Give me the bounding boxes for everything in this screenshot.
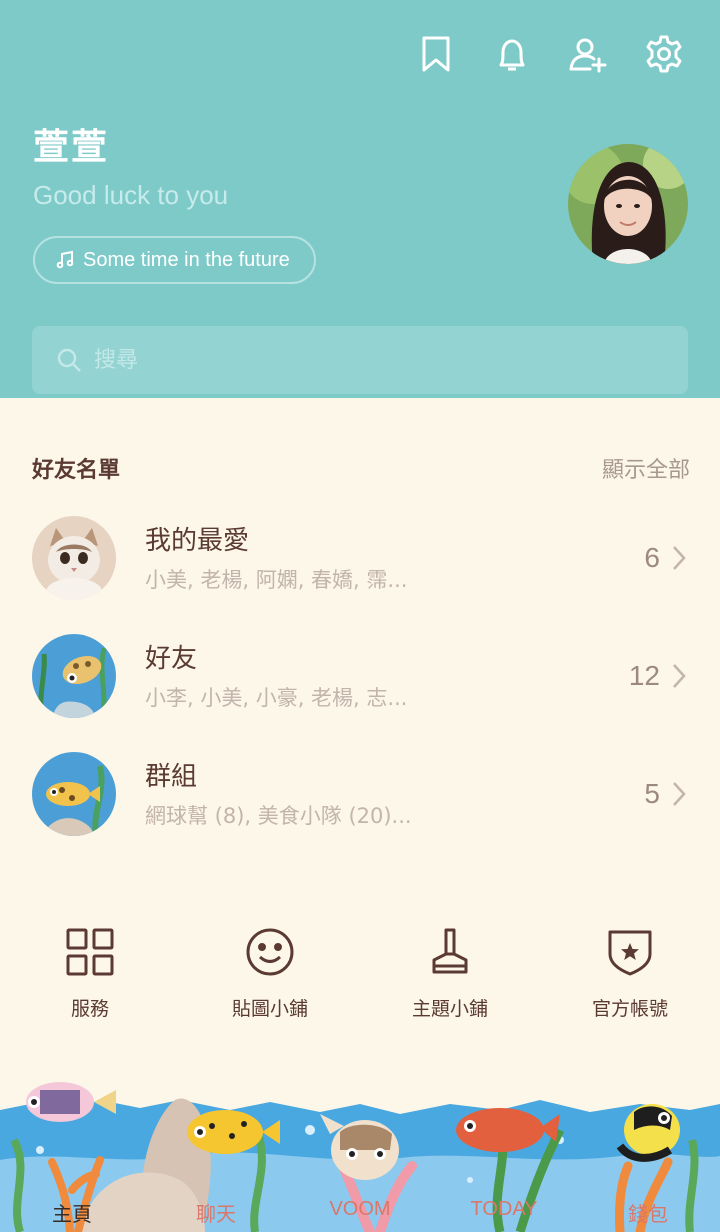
service-label: 官方帳號 (591, 998, 668, 1020)
status-message[interactable]: Good luck to you (33, 180, 228, 211)
add-friend-button[interactable] (566, 30, 610, 78)
sticker-shop-button[interactable]: 貼圖小鋪 (180, 924, 360, 1021)
friend-row-subtitle: 小李, 小美, 小豪, 老楊, 志... (145, 686, 408, 710)
music-note-icon (56, 250, 74, 269)
grid-icon (66, 928, 114, 976)
smiley-icon (246, 928, 294, 976)
add-friend-icon (569, 38, 607, 73)
tab-chats[interactable]: 聊天 (144, 1198, 288, 1232)
friend-row-title: 好友 (145, 644, 198, 674)
search-icon (57, 348, 81, 372)
notifications-button[interactable] (490, 30, 534, 78)
settings-button[interactable] (642, 30, 686, 78)
friend-row-subtitle: 網球幫 (8), 美食小隊 (20)... (145, 804, 412, 828)
shield-star-icon (608, 930, 652, 976)
services-bar: 服務 貼圖小鋪 主題小鋪 官方帳號 (0, 924, 720, 1021)
friend-row-groups[interactable]: 群組 網球幫 (8), 美食小隊 (20)... 5 (32, 752, 690, 842)
service-label: 主題小鋪 (411, 998, 488, 1020)
search-bar[interactable] (32, 326, 688, 394)
tab-home[interactable]: 主頁 (0, 1198, 144, 1232)
friend-row-count: 5 (644, 778, 660, 809)
friend-row-friends[interactable]: 好友 小李, 小美, 小豪, 老楊, 志... 12 (32, 634, 690, 724)
music-title: Some time in the future (83, 248, 290, 271)
official-accounts-button[interactable]: 官方帳號 (540, 924, 720, 1021)
theme-shop-button[interactable]: 主題小鋪 (360, 924, 540, 1021)
service-label: 服務 (70, 998, 109, 1020)
header-toolbar (414, 30, 686, 78)
chevron-right-icon (673, 546, 686, 570)
bookmark-button[interactable] (414, 30, 458, 78)
favorites-thumbnail (32, 516, 116, 600)
bottom-tab-bar: 主頁 聊天 VOOM TODAY 錢包 (0, 1198, 720, 1232)
friend-row-title: 我的最愛 (145, 526, 250, 556)
services-button[interactable]: 服務 (0, 924, 180, 1021)
friends-section-title: 好友名單 (32, 458, 121, 483)
friend-row-subtitle: 小美, 老楊, 阿嫻, 春嬌, 霈... (145, 568, 408, 592)
friend-row-favorites[interactable]: 我的最愛 小美, 老楊, 阿嫻, 春嬌, 霈... 6 (32, 516, 690, 606)
bookmark-icon (422, 36, 450, 72)
groups-thumbnail (32, 752, 116, 836)
chevron-right-icon (673, 782, 686, 806)
friend-row-title: 群組 (145, 762, 198, 792)
show-all-link[interactable]: 顯示全部 (602, 452, 690, 484)
tab-wallet[interactable]: 錢包 (576, 1198, 720, 1232)
tab-today[interactable]: TODAY (432, 1198, 576, 1232)
search-input[interactable] (94, 347, 654, 373)
settings-icon (646, 35, 682, 73)
service-label: 貼圖小鋪 (231, 998, 308, 1020)
chevron-right-icon (673, 664, 686, 688)
bell-icon (499, 39, 525, 71)
friend-row-count: 6 (644, 542, 660, 573)
friends-section-header: 好友名單 顯示全部 (32, 452, 690, 484)
brush-icon (432, 928, 468, 974)
profile-name[interactable]: 萱萱 (33, 118, 109, 170)
tab-voom[interactable]: VOOM (288, 1198, 432, 1232)
profile-header: 萱萱 Good luck to you Some time in the fut… (0, 0, 720, 398)
friends-thumbnail (32, 634, 116, 718)
profile-music-button[interactable]: Some time in the future (33, 236, 316, 284)
friend-row-count: 12 (628, 660, 660, 691)
profile-avatar[interactable] (568, 144, 688, 264)
